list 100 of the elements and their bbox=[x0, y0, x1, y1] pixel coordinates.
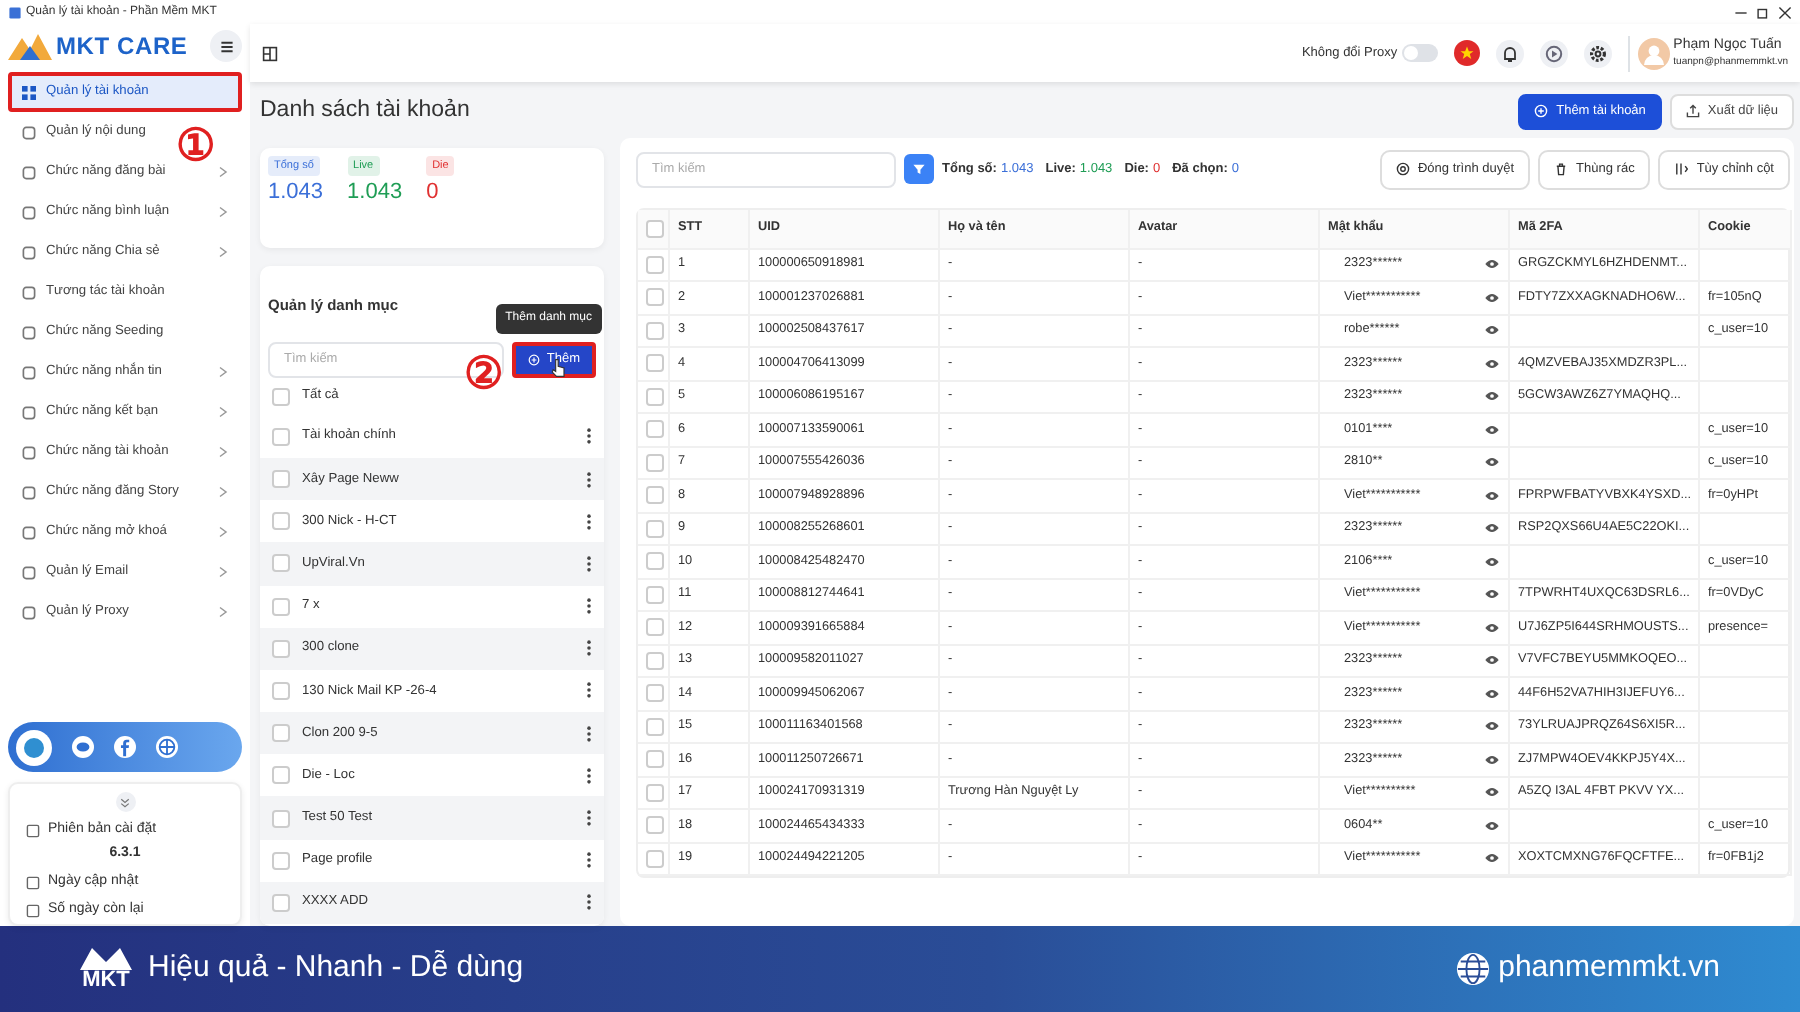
chevron-icon bbox=[218, 526, 228, 538]
layout-icon[interactable] bbox=[262, 45, 278, 61]
filter-button[interactable] bbox=[904, 154, 934, 185]
checkbox[interactable] bbox=[646, 816, 664, 835]
checkbox[interactable] bbox=[646, 354, 664, 373]
more-icon[interactable] bbox=[586, 513, 592, 530]
flag-icon[interactable] bbox=[1453, 40, 1480, 66]
more-icon[interactable] bbox=[586, 640, 592, 657]
stat-value: 0 bbox=[426, 178, 439, 208]
more-icon[interactable] bbox=[586, 767, 592, 784]
checkbox[interactable] bbox=[272, 766, 290, 785]
checkbox[interactable] bbox=[646, 750, 664, 769]
bell-icon[interactable] bbox=[1495, 39, 1524, 67]
square-icon bbox=[22, 485, 36, 499]
checkbox[interactable] bbox=[272, 597, 290, 616]
checkbox[interactable] bbox=[646, 849, 664, 868]
checkbox[interactable] bbox=[646, 651, 664, 670]
checkbox[interactable] bbox=[646, 387, 664, 406]
checkbox[interactable] bbox=[272, 470, 290, 489]
eye-icon[interactable] bbox=[1484, 357, 1500, 370]
square-icon bbox=[22, 525, 36, 539]
chevron-icon bbox=[120, 797, 130, 807]
proxy-toggle[interactable] bbox=[1401, 44, 1438, 62]
checkbox[interactable] bbox=[272, 724, 290, 743]
eye-icon[interactable] bbox=[1484, 258, 1500, 271]
upload-icon bbox=[1685, 104, 1700, 119]
more-icon[interactable] bbox=[586, 682, 592, 699]
eye-icon[interactable] bbox=[1484, 489, 1500, 502]
eye-icon[interactable] bbox=[1484, 654, 1500, 667]
eye-icon[interactable] bbox=[1484, 423, 1500, 436]
square-icon bbox=[22, 165, 36, 179]
filter-icon bbox=[912, 162, 926, 177]
more-icon[interactable] bbox=[586, 555, 592, 572]
checkbox[interactable] bbox=[272, 893, 290, 912]
menu-button[interactable] bbox=[210, 30, 242, 62]
plus-circle-icon bbox=[1534, 104, 1549, 119]
plus-circle-icon bbox=[528, 353, 541, 366]
chevron-icon bbox=[218, 566, 228, 578]
eye-icon[interactable] bbox=[1484, 456, 1500, 469]
eye-icon[interactable] bbox=[1484, 522, 1500, 535]
logo-text: MKT bbox=[82, 970, 130, 992]
checkbox[interactable] bbox=[646, 219, 664, 237]
chat-icon[interactable] bbox=[72, 736, 94, 758]
square-icon bbox=[22, 205, 36, 219]
checkbox[interactable] bbox=[272, 681, 290, 700]
eye-icon[interactable] bbox=[1484, 687, 1500, 700]
trash-icon bbox=[1554, 162, 1569, 177]
app-icon bbox=[8, 5, 22, 19]
checkbox[interactable] bbox=[646, 618, 664, 637]
settings-icon[interactable] bbox=[1583, 39, 1612, 67]
play-icon[interactable] bbox=[1539, 39, 1568, 67]
square-icon bbox=[22, 245, 36, 259]
checkbox[interactable] bbox=[646, 420, 664, 439]
checkbox[interactable] bbox=[272, 512, 290, 531]
checkbox[interactable] bbox=[646, 552, 664, 571]
restore-icon[interactable] bbox=[1756, 5, 1770, 19]
checkbox[interactable] bbox=[646, 288, 664, 307]
eye-icon[interactable] bbox=[1484, 390, 1500, 403]
eye-icon[interactable] bbox=[1484, 786, 1500, 799]
checkbox[interactable] bbox=[646, 255, 664, 274]
checkbox[interactable] bbox=[646, 519, 664, 538]
checkbox[interactable] bbox=[272, 639, 290, 658]
collapse-button[interactable] bbox=[115, 792, 135, 812]
checkbox[interactable] bbox=[646, 783, 664, 802]
chevron-icon bbox=[218, 606, 228, 618]
more-icon[interactable] bbox=[586, 428, 592, 445]
checkbox[interactable] bbox=[646, 585, 664, 604]
eye-icon[interactable] bbox=[1484, 753, 1500, 766]
square-icon bbox=[22, 285, 36, 299]
checkbox[interactable] bbox=[272, 427, 290, 446]
checkbox[interactable] bbox=[646, 486, 664, 505]
globe-icon[interactable] bbox=[156, 736, 178, 758]
checkbox[interactable] bbox=[646, 717, 664, 736]
logo-text: MKT CARE bbox=[56, 30, 188, 64]
square-icon bbox=[22, 445, 36, 459]
eye-icon[interactable] bbox=[1484, 819, 1500, 832]
checkbox[interactable] bbox=[646, 684, 664, 703]
more-icon[interactable] bbox=[586, 894, 592, 911]
more-icon[interactable] bbox=[586, 598, 592, 615]
eye-icon[interactable] bbox=[1484, 720, 1500, 733]
checkbox[interactable] bbox=[646, 453, 664, 472]
eye-icon[interactable] bbox=[1484, 555, 1500, 568]
more-icon[interactable] bbox=[586, 471, 592, 488]
eye-icon[interactable] bbox=[1484, 588, 1500, 601]
more-icon[interactable] bbox=[586, 810, 592, 827]
eye-icon[interactable] bbox=[1484, 291, 1500, 304]
eye-icon[interactable] bbox=[1484, 621, 1500, 634]
chevron-icon bbox=[218, 366, 228, 378]
checkbox[interactable] bbox=[646, 321, 664, 340]
facebook-icon[interactable] bbox=[114, 736, 136, 758]
checkbox[interactable] bbox=[272, 809, 290, 828]
more-icon[interactable] bbox=[586, 852, 592, 869]
eye-icon[interactable] bbox=[1484, 852, 1500, 865]
close-icon[interactable] bbox=[1778, 5, 1792, 19]
more-icon[interactable] bbox=[586, 725, 592, 742]
checkbox[interactable] bbox=[272, 387, 290, 406]
eye-icon[interactable] bbox=[1484, 324, 1500, 337]
checkbox[interactable] bbox=[272, 851, 290, 870]
logo-icon bbox=[8, 32, 52, 60]
checkbox[interactable] bbox=[272, 554, 290, 573]
